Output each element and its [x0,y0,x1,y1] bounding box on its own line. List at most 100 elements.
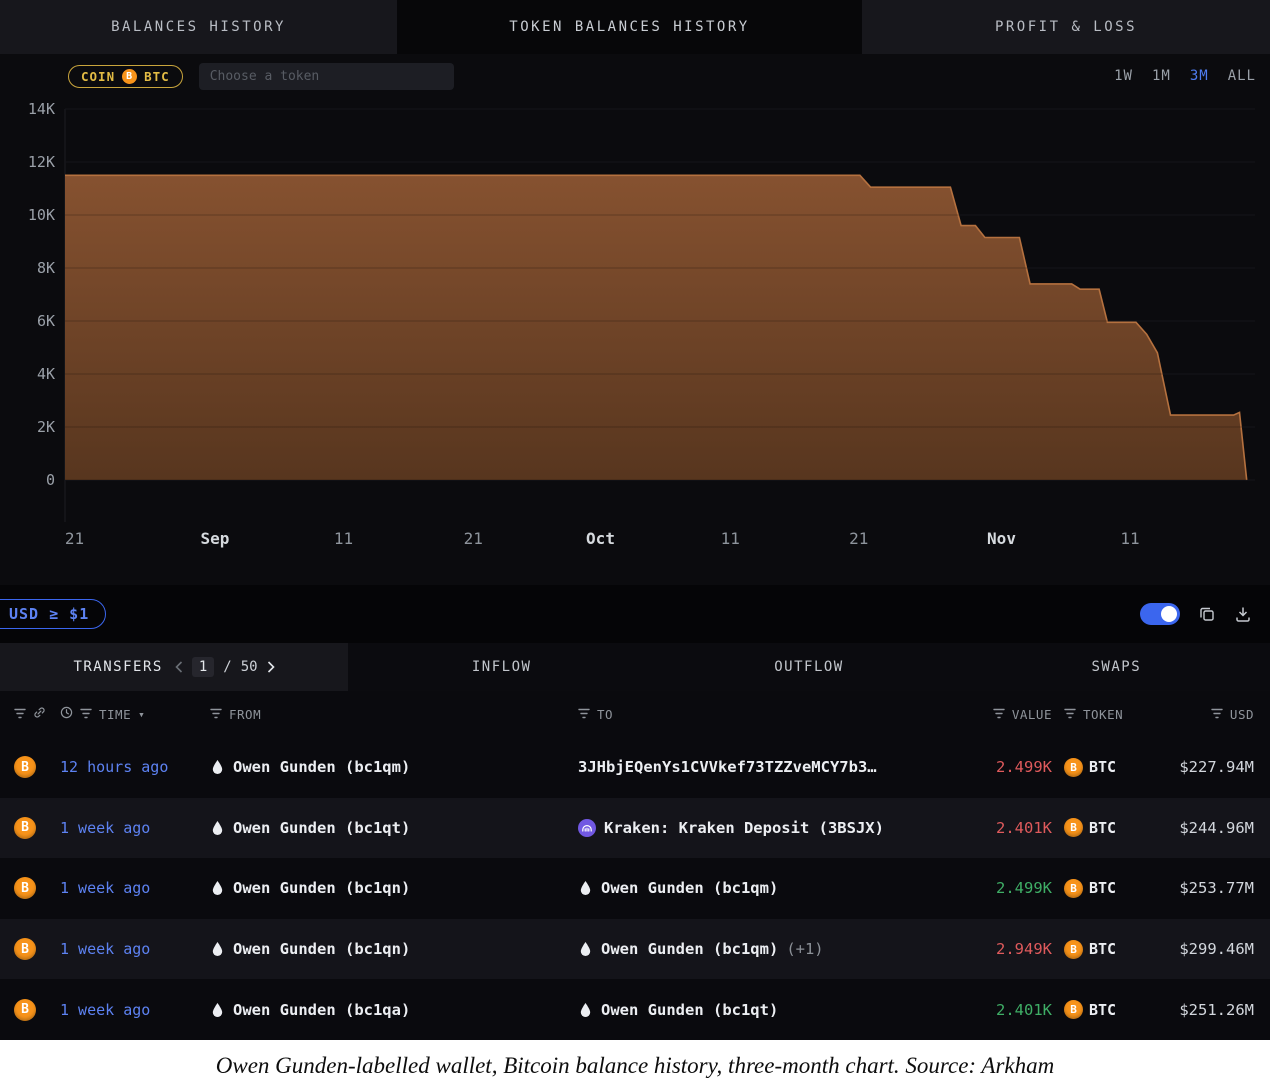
to-entity[interactable]: Owen Gunden (bc1qm)(+1) [578,940,922,958]
chart-section: COIN B BTC 1W1M3MALL 14K12K10K8K6K4K2K02… [0,54,1270,585]
token-cell: BBTC [1052,758,1122,777]
token-symbol: BTC [1089,1001,1116,1019]
table-row: B 1 week ago Owen Gunden (bc1qt)Kraken: Kr… [0,798,1270,859]
kraken-icon [578,819,596,837]
filter-icon[interactable] [993,707,1005,722]
time-link[interactable]: 1 week ago [60,1001,150,1019]
time-link[interactable]: 12 hours ago [60,758,168,776]
chevron-right-icon[interactable] [267,661,275,673]
entity-icon [210,759,225,775]
token-cell: BBTC [1052,1000,1122,1019]
tab-inflow[interactable]: INFLOW [348,643,655,691]
from-entity[interactable]: Owen Gunden (bc1qa) [210,1001,578,1019]
coin-pill-label: COIN [81,69,115,84]
filter-icon[interactable] [14,707,26,722]
svg-text:0: 0 [46,471,55,489]
tab-profit-loss[interactable]: PROFIT & LOSS [862,0,1270,54]
entity-count-suffix: (+1) [786,940,823,958]
tab-balances-history[interactable]: BALANCES HISTORY [0,0,397,54]
column-to-label: TO [597,707,613,722]
filter-icon[interactable] [1064,707,1076,722]
to-entity[interactable]: 3JHbjEQenYs1CVVkef73TZZveMCY7b3… [578,758,922,776]
page-separator: / [223,659,231,675]
download-icon[interactable] [1234,605,1252,623]
usd-cell: $299.46M [1122,940,1254,958]
column-usd-label: USD [1230,707,1254,722]
usd-cell: $227.94M [1122,758,1254,776]
filter-strip: USD ≥ $1 [0,585,1270,643]
tab-transfers[interactable]: TRANSFERS 1 / 50 [0,643,348,691]
svg-text:2K: 2K [37,418,55,436]
column-from[interactable]: FROM [210,707,578,722]
from-entity[interactable]: Owen Gunden (bc1qm) [210,758,578,776]
from-entity[interactable]: Owen Gunden (bc1qn) [210,879,578,897]
arkham-dashboard: BALANCES HISTORY TOKEN BALANCES HISTORY … [0,0,1270,1092]
chevron-left-icon[interactable] [175,661,183,673]
usd-cell: $251.26M [1122,1001,1254,1019]
svg-text:6K: 6K [37,312,55,330]
token-symbol: BTC [1089,819,1116,837]
filter-icon[interactable] [210,707,222,722]
tab-token-balances-history[interactable]: TOKEN BALANCES HISTORY [397,0,862,54]
column-to[interactable]: TO [578,707,922,722]
range-selector: 1W 1M 3M ALL [1114,68,1256,84]
coin-filter-pill[interactable]: COIN B BTC [68,65,183,88]
usd-filter-pill[interactable]: USD ≥ $1 [0,599,106,629]
token-symbol: BTC [1089,940,1116,958]
filter-icon[interactable] [80,707,92,722]
table-row: B1 week agoOwen Gunden (bc1qa)Owen Gunde… [0,979,1270,1040]
svg-text:10K: 10K [28,206,55,224]
btc-token-icon: B [1064,818,1083,837]
to-entity[interactable]: Owen Gunden (bc1qm) [578,879,922,897]
column-token[interactable]: TOKEN [1052,707,1122,722]
from-entity[interactable]: Owen Gunden (bc1qt) [210,819,578,837]
btc-icon: B [122,69,137,84]
column-time[interactable]: TIME ▾ [60,706,210,722]
table-header: TIME ▾ FROM TO VALUE TOKEN USD [0,691,1270,737]
time-link[interactable]: 1 week ago [60,940,150,958]
time-link[interactable]: 1 week ago [60,819,150,837]
transfers-table-body: B12 hours agoOwen Gunden (bc1qm)3JHbjEQe… [0,737,1270,1040]
current-page: 1 [192,657,214,677]
range-1w[interactable]: 1W [1114,68,1133,84]
svg-text:Nov: Nov [987,529,1016,548]
column-token-label: TOKEN [1083,707,1123,722]
column-usd[interactable]: USD [1122,707,1254,722]
tab-outflow[interactable]: OUTFLOW [655,643,962,691]
from-entity[interactable]: Owen Gunden (bc1qn) [210,940,578,958]
column-time-label: TIME [99,707,131,722]
svg-text:4K: 4K [37,365,55,383]
coin-pill-token: BTC [144,69,170,84]
btc-token-icon: B [14,877,36,899]
svg-text:11: 11 [721,529,740,548]
filter-icon[interactable] [1211,707,1223,722]
range-all[interactable]: ALL [1228,68,1256,84]
entity-icon [210,820,225,836]
usd-toggle[interactable] [1140,603,1180,625]
copy-icon[interactable] [1198,605,1216,623]
value-cell: 2.949K [922,940,1052,958]
svg-text:Sep: Sep [200,529,229,548]
transfers-label: TRANSFERS [73,659,162,675]
column-value[interactable]: VALUE [922,707,1052,722]
to-entity[interactable]: Owen Gunden (bc1qt) [578,1001,922,1019]
svg-text:Oct: Oct [586,529,615,548]
table-tab-bar: TRANSFERS 1 / 50 INFLOW OUTFLOW SWAPS [0,643,1270,691]
btc-token-icon: B [14,817,36,839]
link-icon[interactable] [33,706,46,722]
entity-icon [578,941,593,957]
strip-controls [1140,603,1252,625]
entity-icon [210,1002,225,1018]
tab-swaps[interactable]: SWAPS [963,643,1270,691]
svg-text:8K: 8K [37,259,55,277]
svg-text:12K: 12K [28,153,55,171]
balance-area-chart[interactable]: 14K12K10K8K6K4K2K021Sep1121Oct1121Nov11 [0,92,1270,585]
pagination: 1 / 50 [175,657,275,677]
range-1m[interactable]: 1M [1152,68,1171,84]
token-search-input[interactable] [199,63,454,90]
range-3m[interactable]: 3M [1190,68,1209,84]
to-entity[interactable]: Kraken: Kraken Deposit (3BSJX) [578,819,922,837]
filter-icon[interactable] [578,707,590,722]
value-cell: 2.401K [922,819,1052,837]
time-link[interactable]: 1 week ago [60,879,150,897]
